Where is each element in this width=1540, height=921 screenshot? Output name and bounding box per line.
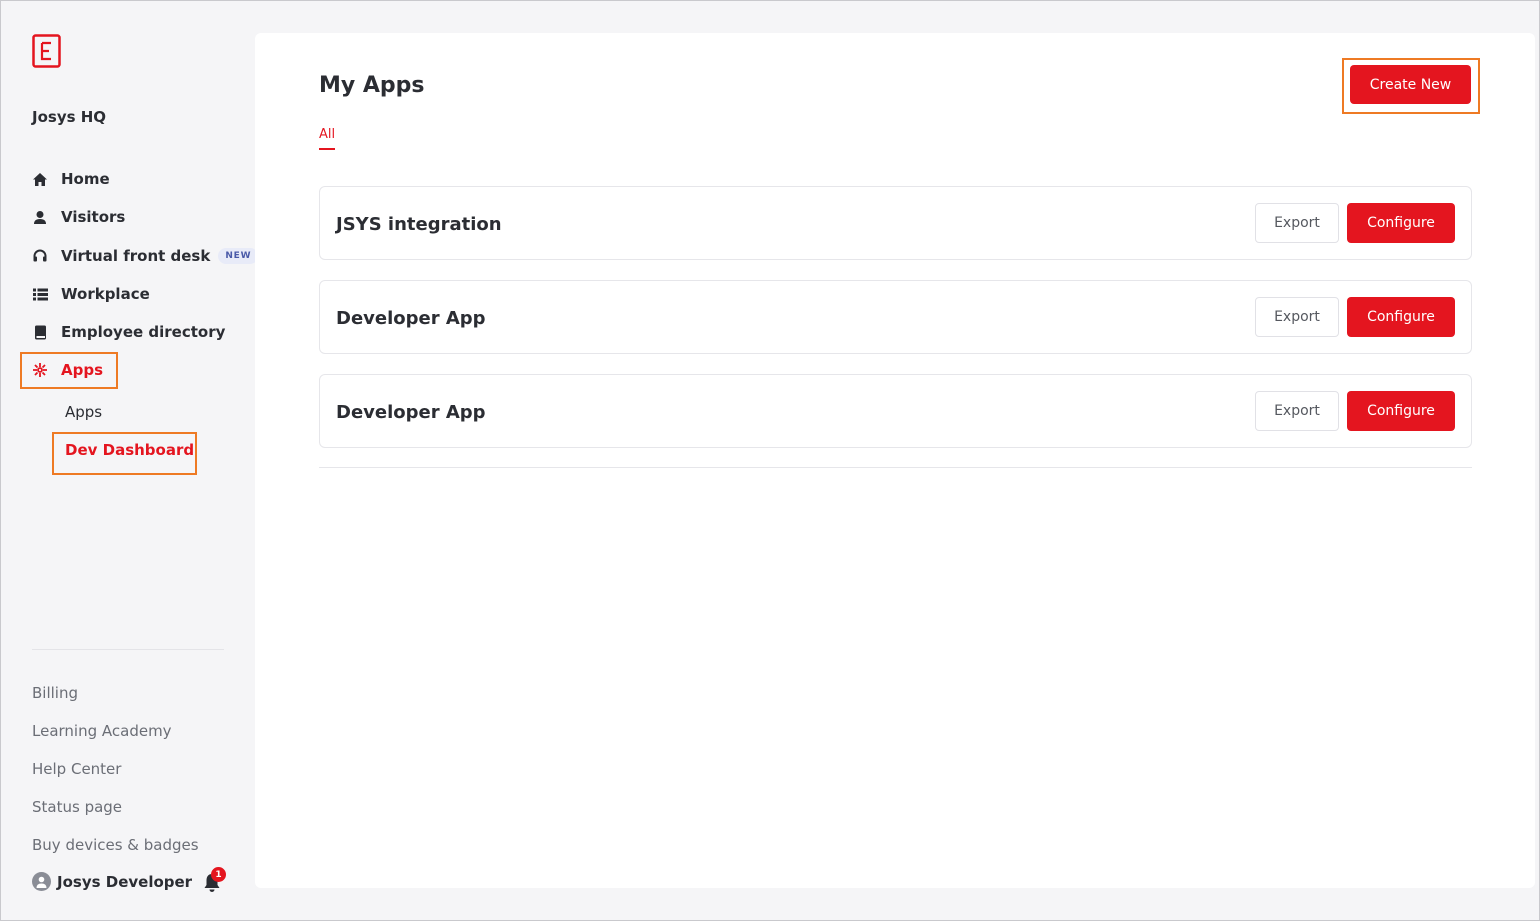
app-card: Developer App Export Configure (319, 280, 1472, 354)
list-divider (319, 467, 1472, 468)
sidebar-item-workplace[interactable]: Workplace (32, 281, 150, 307)
sub-item-dev-dashboard[interactable]: Dev Dashboard (65, 441, 194, 459)
org-name[interactable]: Josys HQ (32, 108, 106, 126)
headset-icon (32, 248, 48, 264)
envoy-logo-icon[interactable] (32, 34, 61, 68)
export-button[interactable]: Export (1255, 203, 1339, 243)
billing-link[interactable]: Billing (32, 684, 78, 702)
create-new-button[interactable]: Create New (1350, 65, 1471, 104)
sidebar-item-label: Virtual front desk (61, 247, 211, 265)
configure-button[interactable]: Configure (1347, 391, 1455, 431)
sidebar-item-home[interactable]: Home (32, 166, 110, 192)
configure-button[interactable]: Configure (1347, 203, 1455, 243)
buy-devices-link[interactable]: Buy devices & badges (32, 836, 199, 854)
user-name: Josys Developer (57, 872, 193, 891)
visitor-icon (32, 209, 48, 225)
book-icon (32, 324, 48, 340)
avatar (32, 872, 51, 891)
configure-button[interactable]: Configure (1347, 297, 1455, 337)
status-page-link[interactable]: Status page (32, 798, 122, 816)
list-icon (32, 286, 48, 302)
app-name: Developer App (336, 402, 486, 423)
app-card: JSYS integration Export Configure (319, 186, 1472, 260)
sidebar-item-apps[interactable]: Apps (32, 357, 103, 383)
sidebar-item-virtual-front-desk[interactable]: Virtual front desk NEW (32, 243, 259, 269)
new-badge: NEW (218, 248, 259, 264)
app-name: JSYS integration (336, 214, 502, 235)
home-icon (32, 171, 48, 187)
sidebar-item-label: Home (61, 170, 110, 188)
sidebar-item-label: Visitors (61, 208, 126, 226)
help-center-link[interactable]: Help Center (32, 760, 121, 778)
sidebar-item-label: Apps (61, 361, 104, 379)
main-panel: My Apps All Create New JSYS integration … (255, 33, 1535, 888)
export-button[interactable]: Export (1255, 391, 1339, 431)
sidebar-item-label: Workplace (61, 285, 150, 303)
app-card: Developer App Export Configure (319, 374, 1472, 448)
sidebar-item-visitors[interactable]: Visitors (32, 204, 125, 230)
learning-academy-link[interactable]: Learning Academy (32, 722, 172, 740)
export-button[interactable]: Export (1255, 297, 1339, 337)
sidebar-item-employee-directory[interactable]: Employee directory (32, 319, 225, 345)
sub-item-apps[interactable]: Apps (65, 403, 102, 421)
sidebar-item-label: Employee directory (61, 323, 226, 341)
tab-all[interactable]: All (319, 127, 336, 150)
sidebar: Josys HQ Home Visitors Virtual front des… (0, 0, 259, 921)
app-name: Developer App (336, 308, 486, 329)
sidebar-divider (32, 649, 224, 650)
apps-icon (32, 362, 48, 378)
user-menu[interactable]: Josys Developer (32, 872, 192, 891)
page-title: My Apps (319, 73, 425, 98)
notification-badge: 1 (211, 867, 226, 882)
